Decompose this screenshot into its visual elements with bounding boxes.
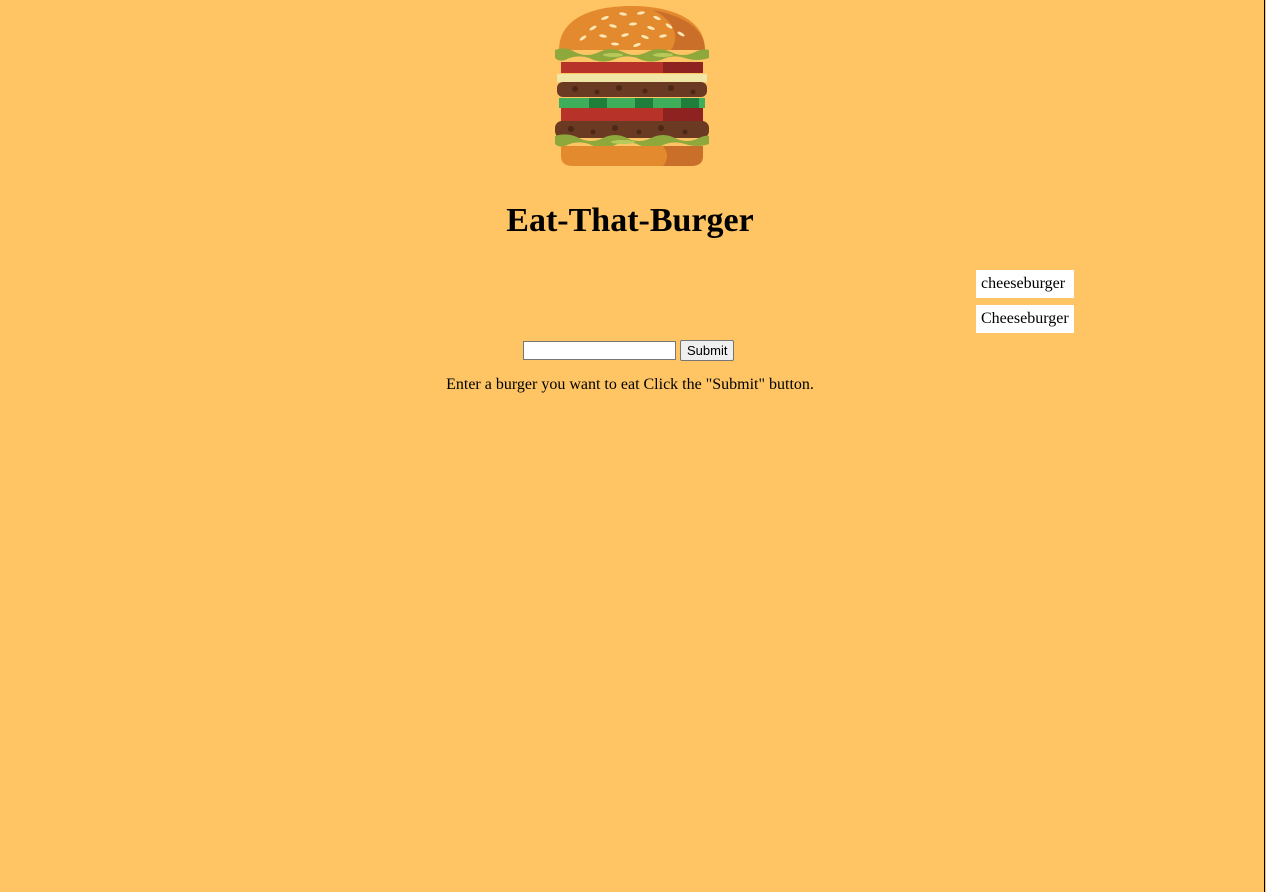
- submit-button[interactable]: Submit: [680, 340, 735, 361]
- hamburger-icon: [553, 4, 710, 168]
- burger-list: cheeseburger Cheeseburger: [976, 270, 1074, 340]
- window-edge: [1264, 0, 1265, 892]
- page-title: Eat-That-Burger: [506, 202, 754, 239]
- instructions-text: Enter a burger you want to eat Click the…: [446, 376, 814, 393]
- burger-list-item: Cheeseburger: [976, 305, 1074, 333]
- burger-name-input[interactable]: [523, 341, 676, 360]
- burger-list-item: cheeseburger: [976, 270, 1074, 298]
- burger-form: Submit: [523, 340, 735, 361]
